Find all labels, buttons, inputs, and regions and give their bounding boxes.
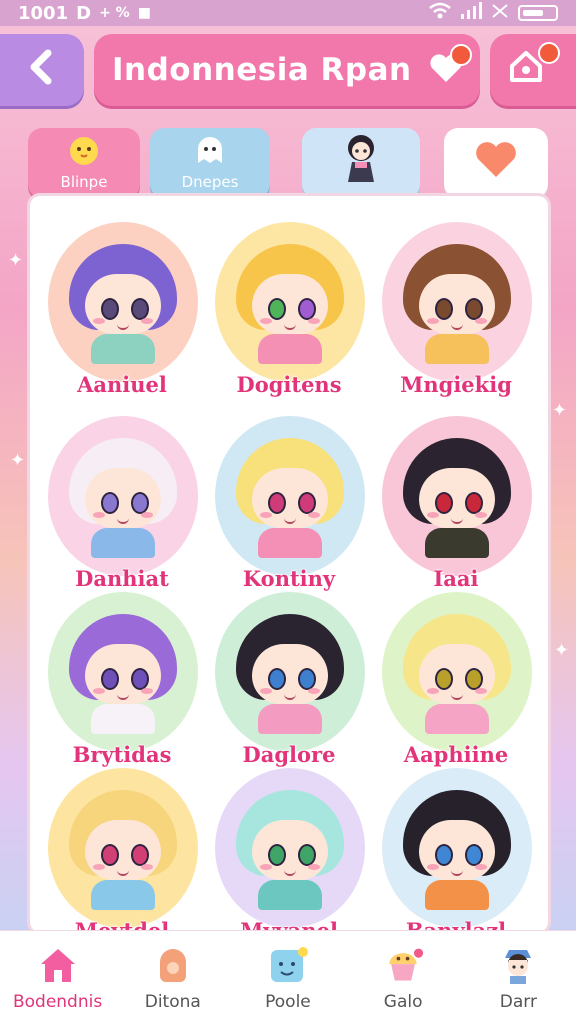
data-icon (490, 2, 510, 25)
sparkle-icon: ✦ (552, 400, 568, 421)
character-name: Mngiekig (400, 372, 512, 397)
character-name: Danhiat (75, 566, 169, 591)
nav-label: Ditona (144, 992, 201, 1012)
character-grid: Aaniuel Dogitens Mngiekig Danhiat Kontin… (30, 196, 548, 943)
sparkle-icon: ✦ (554, 640, 570, 661)
cupcake-icon (382, 944, 424, 986)
profile-icon (497, 944, 539, 986)
back-button[interactable] (0, 34, 84, 106)
nav-item-ditona[interactable]: Ditona (118, 944, 228, 1012)
title-bar: Indonnesia Rpan (94, 34, 480, 106)
character-name: Aaniuel (77, 372, 167, 397)
signal-icon (460, 1, 482, 25)
status-icon-d: D (76, 2, 92, 24)
avatar (48, 592, 198, 752)
avatar (382, 768, 532, 928)
character-card[interactable]: Banylazl (372, 768, 540, 952)
character-card[interactable]: Mevtdel (38, 768, 206, 952)
character-card[interactable]: Mngiekig (372, 222, 540, 406)
avatar (48, 768, 198, 928)
heart-icon (472, 139, 520, 187)
chevron-left-icon (24, 46, 60, 95)
character-card[interactable]: Daglore (205, 592, 373, 776)
category-tabs: Blinpe Dnepes (28, 128, 548, 202)
notification-badge (450, 44, 472, 66)
avatar (382, 222, 532, 382)
avatar (48, 222, 198, 382)
avatar (215, 768, 365, 928)
doll-icon (343, 132, 379, 194)
ghost-icon (190, 135, 230, 173)
avatar (382, 416, 532, 576)
character-name: Brytidas (72, 742, 172, 767)
character-card[interactable]: Iaai (372, 416, 540, 600)
avatar (215, 592, 365, 752)
avatar (48, 416, 198, 576)
status-icon-misc: + % (99, 5, 130, 21)
character-card[interactable]: Aaniuel (38, 222, 206, 406)
wifi-icon (428, 2, 452, 25)
character-name: Kontiny (242, 566, 336, 591)
character-name: Daglore (242, 742, 336, 767)
tab-dnepes[interactable]: Dnepes (150, 128, 270, 198)
status-bar: 1001 D + % ■ (0, 0, 576, 26)
tab-favorites[interactable] (444, 128, 548, 198)
page-title: Indonnesia Rpan (112, 52, 412, 88)
nav-item-galo[interactable]: Galo (348, 944, 458, 1012)
chick-icon (66, 135, 102, 173)
sparkle-icon: ✦ (10, 450, 26, 471)
avatar (382, 592, 532, 752)
sparkle-icon: ✦ (8, 250, 24, 271)
bottom-nav: Bodendnis Ditona Poole Galo Darr (0, 930, 576, 1025)
character-card[interactable]: Danhiat (38, 416, 206, 600)
home-icon (37, 944, 79, 986)
tab-label: Blinpe (60, 173, 108, 191)
smile-block-icon (267, 944, 309, 986)
home-badge (538, 42, 560, 64)
character-card[interactable]: Aaphiine (372, 592, 540, 776)
battery-icon (518, 5, 558, 21)
nav-label: Galo (383, 992, 423, 1012)
character-name: Iaai (433, 566, 479, 591)
favorites-button[interactable] (424, 44, 472, 92)
avatar (215, 416, 365, 576)
nav-item-darr[interactable]: Darr (463, 944, 573, 1012)
status-time: 1001 (18, 2, 69, 24)
nav-label: Darr (499, 992, 537, 1012)
cookie-icon (152, 944, 194, 986)
nav-item-home[interactable]: Bodendnis (3, 944, 113, 1012)
character-name: Dogitens (236, 372, 342, 397)
app-header: Indonnesia Rpan (0, 32, 576, 108)
character-card[interactable]: Brytidas (38, 592, 206, 776)
tab-label: Dnepes (181, 173, 239, 191)
status-icon-notification: ■ (137, 5, 151, 21)
avatar (215, 222, 365, 382)
nav-label: Poole (265, 992, 311, 1012)
tab-doll[interactable] (302, 128, 420, 198)
character-card[interactable]: Mvvanel (205, 768, 373, 952)
nav-label: Bodendnis (12, 992, 103, 1012)
character-name: Aaphiine (403, 742, 509, 767)
home-button[interactable] (490, 34, 576, 106)
character-card[interactable]: Dogitens (205, 222, 373, 406)
tab-blinpe[interactable]: Blinpe (28, 128, 140, 198)
nav-item-poole[interactable]: Poole (233, 944, 343, 1012)
character-card[interactable]: Kontiny (205, 416, 373, 600)
